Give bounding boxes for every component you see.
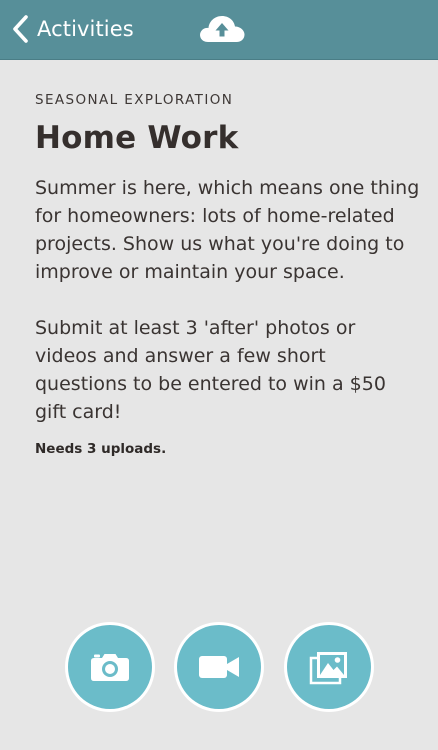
navigation-bar: Activities: [0, 0, 438, 60]
activity-description-intro: Summer is here, which means one thing fo…: [35, 177, 420, 283]
upload-requirement: Needs 3 uploads.: [35, 441, 167, 457]
activity-description-instructions: Submit at least 3 'after' photos or vide…: [35, 317, 386, 423]
activity-title: Home Work: [35, 120, 239, 156]
chevron-left-icon: [13, 15, 28, 43]
video-button[interactable]: [177, 625, 261, 709]
photo-library-button[interactable]: [287, 625, 371, 709]
activity-category: SEASONAL EXPLORATION: [35, 92, 234, 108]
cloud-upload-icon[interactable]: [198, 12, 246, 44]
camera-icon: [91, 654, 129, 681]
back-button-label: Activities: [37, 17, 134, 41]
camera-button[interactable]: [68, 625, 152, 709]
video-camera-icon: [199, 656, 239, 678]
photo-library-icon: [309, 652, 347, 685]
back-button[interactable]: Activities: [10, 12, 134, 46]
